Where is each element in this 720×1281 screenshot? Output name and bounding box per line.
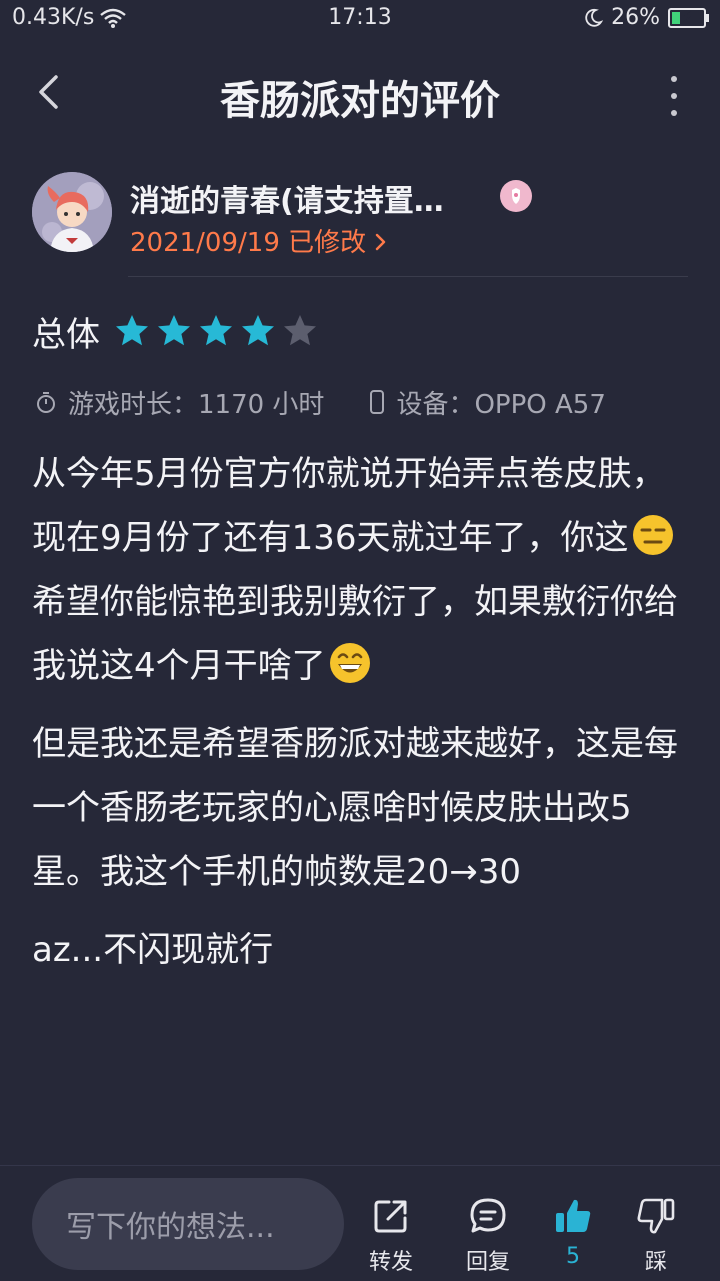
rating-stars <box>114 313 318 349</box>
chevron-right-icon <box>376 233 386 251</box>
star-filled-icon <box>242 315 274 346</box>
comment-icon <box>470 1198 506 1233</box>
battery-fill <box>672 11 680 24</box>
star-filled-icon <box>158 315 190 346</box>
play-time: 游戏时长：1170 小时 <box>34 384 324 421</box>
review-paragraph-3: az...不闪现就行 <box>32 930 274 970</box>
status-bar: 0.43K/s 17:13 26% ⚡ <box>0 0 720 38</box>
moon-icon <box>585 8 604 27</box>
badge-glyph <box>512 188 520 204</box>
expressionless-face-icon <box>632 515 673 555</box>
thumbs-down-icon <box>637 1198 675 1234</box>
review-body: 从今年5月份官方你就说开始弄点卷皮肤，现在9月份了还有136天就过年了，你这 希… <box>32 442 692 996</box>
status-right: 26% ⚡ <box>583 5 709 30</box>
star-filled-icon <box>116 315 148 346</box>
bolt-icon: ⚡ <box>682 6 694 26</box>
dislike-button[interactable]: 踩 <box>611 1196 701 1276</box>
reply-label: 回复 <box>465 1250 510 1275</box>
like-count: 5 <box>566 1244 580 1269</box>
review-paragraph-1: 从今年5月份官方你就说开始弄点卷皮肤，现在9月份了还有136天就过年了，你这 希… <box>32 442 692 698</box>
review-meta: 游戏时长：1170 小时 设备：OPPO A57 <box>34 382 694 422</box>
avatar-image <box>32 172 112 252</box>
user-badge-icon <box>500 180 532 212</box>
avatar[interactable] <box>32 172 112 252</box>
username[interactable]: 消逝的青春(请支持置… <box>130 176 444 220</box>
share-button[interactable]: 转发 <box>346 1196 436 1276</box>
battery-charging-icon: ⚡ <box>668 6 709 28</box>
more-dot <box>671 76 677 82</box>
star-empty-icon <box>284 315 316 346</box>
dislike-label: 踩 <box>644 1250 667 1275</box>
device: 设备：OPPO A57 <box>368 384 606 421</box>
more-vertical-icon[interactable] <box>662 76 686 116</box>
grinning-face-icon <box>329 643 370 683</box>
stopwatch-icon <box>37 392 55 413</box>
review-text-1a: 从今年5月份官方你就说开始弄点卷皮肤，现在9月份了还有136天就过年了，你这 <box>32 454 666 558</box>
battery-percent: 26% <box>611 5 660 30</box>
more-dot <box>671 93 677 99</box>
device-text: 设备：OPPO A57 <box>396 389 606 420</box>
edit-date-link[interactable]: 2021/09/19 已修改 <box>130 222 388 259</box>
nav-bar: 香肠派对的评价 <box>0 48 720 138</box>
divider <box>128 276 688 277</box>
review-paragraph-2: 但是我还是希望香肠派对越来越好，这是每一个香肠老玩家的心愿啥时候皮肤出改5星。我… <box>32 724 678 892</box>
page-title: 香肠派对的评价 <box>220 78 500 124</box>
rating-label: 总体 <box>32 314 100 355</box>
phone-icon <box>370 390 385 414</box>
play-time-text: 游戏时长：1170 小时 <box>68 389 325 420</box>
more-dot <box>671 110 677 116</box>
bottom-action-bar: 写下你的想法... 转发 回复 5 踩 <box>0 1165 720 1281</box>
edit-date: 2021/09/19 已修改 <box>130 228 367 258</box>
review-author: 消逝的青春(请支持置… 2021/09/19 已修改 <box>32 172 688 258</box>
comment-input[interactable]: 写下你的想法... <box>32 1178 344 1270</box>
thumbs-up-icon <box>556 1199 591 1232</box>
reply-button[interactable]: 回复 <box>443 1196 533 1276</box>
like-button[interactable]: 5 <box>528 1196 618 1269</box>
share-label: 转发 <box>368 1250 413 1275</box>
overall-rating: 总体 <box>32 308 318 355</box>
share-icon <box>374 1200 407 1233</box>
star-filled-icon <box>200 315 232 346</box>
